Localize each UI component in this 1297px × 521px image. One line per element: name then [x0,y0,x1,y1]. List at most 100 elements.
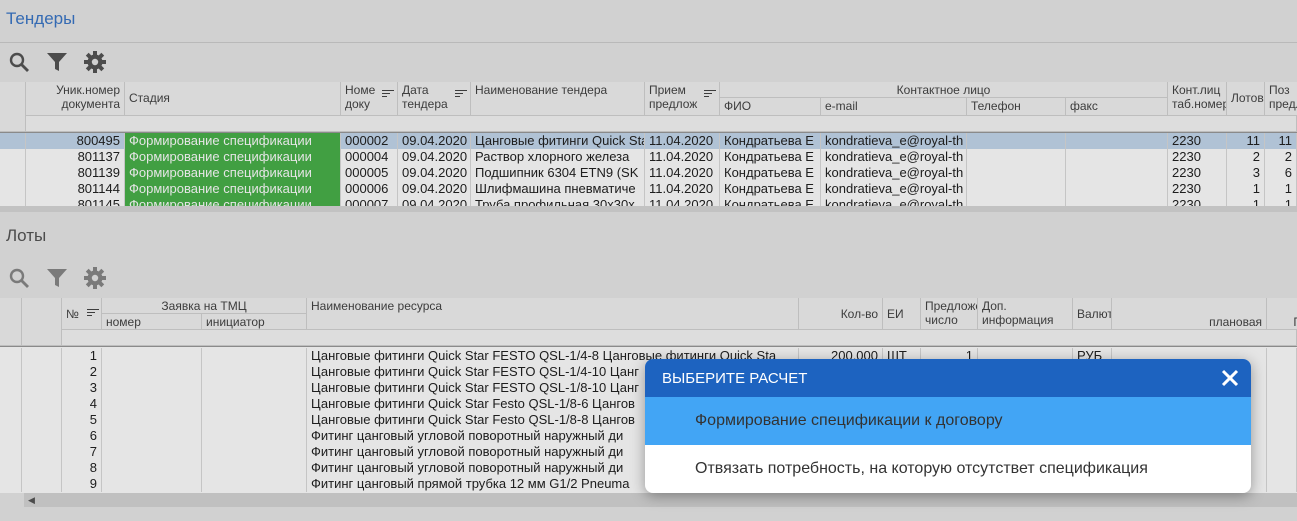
cell-empty [1066,149,1168,165]
cell-empty [202,444,307,460]
cell-stage: Формирование спецификации [125,165,341,181]
cell-empty [0,428,22,444]
header-ei[interactable]: ЕИ [883,298,921,330]
cell-empty [0,476,22,492]
cell-empty [967,181,1066,197]
row-selector-header [0,82,26,132]
cell-empty [22,460,62,476]
cell-empty [202,412,307,428]
cell-email: kondratieva_e@royal-th [821,165,967,181]
header-email[interactable]: e-mail [821,98,967,116]
header-kont[interactable]: Конт.лиц таб.номер [1168,82,1227,116]
sort-icon[interactable] [704,90,716,100]
header-date[interactable]: Дата тендера [398,82,471,116]
search-icon[interactable] [0,264,38,292]
cell-lots: 11 [1227,133,1265,149]
gear-icon[interactable] [76,264,114,292]
table-row[interactable]: 801145 Формирование спецификации 000007 09.… [0,197,1297,206]
cell-empty [1267,380,1297,396]
header-predl[interactable]: Предложе число [921,298,978,330]
cell-empty [1267,428,1297,444]
header-z-init[interactable]: инициатор [202,314,307,330]
filter-row[interactable] [62,330,1297,346]
cell-empty [0,149,26,165]
gear-icon[interactable] [76,48,114,76]
header-stage[interactable]: Стадия [125,82,341,116]
cell-num: 1 [62,348,102,364]
cell-nomer: 000007 [341,197,398,206]
cell-empty [0,133,26,149]
cell-empty [1267,476,1297,492]
header-date-label: Дата тендера [402,83,448,111]
table-row[interactable]: 801137 Формирование спецификации 000004 09.… [0,149,1297,165]
cell-empty [1267,444,1297,460]
header-nomer[interactable]: Номе доку [341,82,398,116]
cell-empty [0,380,22,396]
cell-email: kondratieva_e@royal-th [821,197,967,206]
header-kol[interactable]: Кол-во [799,298,883,330]
cell-lots: 1 [1227,197,1265,206]
cell-num: 8 [62,460,102,476]
header-priem[interactable]: Прием предлож [645,82,720,116]
option-form-specification[interactable]: Формирование спецификации к договору [645,397,1251,445]
chevron-left-icon[interactable]: ◀ [28,495,35,506]
cell-unik: 801145 [26,197,125,206]
header-fax[interactable]: факс [1066,98,1168,116]
dialog-title: ВЫБЕРИТЕ РАСЧЕТ [662,369,808,387]
cell-name: Подшипник 6304 ETN9 (SK [471,165,645,181]
header-poz[interactable]: Поз предл [1265,82,1297,116]
cell-name: Труба профильная 30х30х [471,197,645,206]
filter-icon[interactable] [38,264,76,292]
cell-poz: 1 [1265,197,1297,206]
cell-empty [1066,133,1168,149]
cell-empty [1066,197,1168,206]
sort-icon[interactable] [87,309,99,319]
option-unlink-need[interactable]: Отвязать потребность, на которую отсутст… [645,445,1251,493]
dialog-header: ВЫБЕРИТЕ РАСЧЕТ [645,359,1251,397]
cell-empty [1267,348,1297,364]
cell-num: 4 [62,396,102,412]
cell-empty [22,444,62,460]
header-phone[interactable]: Телефон [967,98,1066,116]
splitter[interactable] [0,206,1297,212]
cell-empty [22,396,62,412]
tenders-toolbar [0,48,114,76]
header-lots[interactable]: Лотов [1227,82,1265,116]
sort-icon[interactable] [455,90,467,100]
header-val[interactable]: Валют [1073,298,1112,330]
filter-row[interactable] [26,116,1297,132]
table-row[interactable]: 801139 Формирование спецификации 000005 09.… [0,165,1297,181]
header-resource-name[interactable]: Наименование ресурса [307,298,799,330]
cell-empty [202,460,307,476]
cell-date: 09.04.2020 [398,197,471,206]
cell-kont: 2230 [1168,197,1227,206]
cell-lots: 2 [1227,149,1265,165]
search-icon[interactable] [0,48,38,76]
sort-icon[interactable] [382,90,394,100]
header-last[interactable]: П [1267,298,1297,330]
cell-kont: 2230 [1168,165,1227,181]
header-plan[interactable]: плановая [1112,298,1267,330]
cell-unik: 801137 [26,149,125,165]
close-icon[interactable] [1217,365,1243,391]
header-unik[interactable]: Уник.номер документа [26,82,125,116]
cell-email: kondratieva_e@royal-th [821,181,967,197]
table-row[interactable]: 801144 Формирование спецификации 000006 09.… [0,181,1297,197]
cell-empty [22,380,62,396]
header-name[interactable]: Наименование тендера [471,82,645,116]
cell-stage: Формирование спецификации [125,133,341,149]
table-row[interactable]: 800495 Формирование спецификации 000002 09.… [0,133,1297,149]
cell-priem: 11.04.2020 [645,165,720,181]
horizontal-scrollbar[interactable]: ◀ [24,493,1297,507]
cell-nomer: 000002 [341,133,398,149]
filter-icon[interactable] [38,48,76,76]
cell-empty [102,476,202,492]
header-z-nomer[interactable]: номер [102,314,202,330]
cell-date: 09.04.2020 [398,149,471,165]
cell-poz: 2 [1265,149,1297,165]
header-dop[interactable]: Доп. информация [978,298,1073,330]
header-num[interactable]: № [62,298,102,330]
header-fio[interactable]: ФИО [720,98,821,116]
cell-empty [1267,396,1297,412]
expand-header [22,298,62,346]
